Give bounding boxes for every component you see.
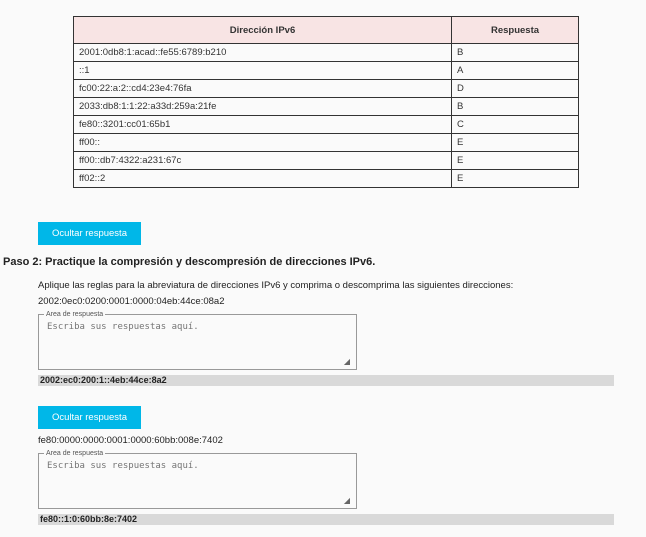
answer-cell: D <box>451 79 579 98</box>
table-row: fc00:22:a:2::cd4:23e4:76fa D <box>73 79 579 98</box>
answer-cell: E <box>451 133 579 152</box>
table-header-row: Dirección IPv6 Respuesta <box>73 16 579 44</box>
step-2-instructions: Aplique las reglas para la abreviatura d… <box>38 280 514 291</box>
address-cell: ff02::2 <box>73 169 452 188</box>
table-row: fe80::3201:cc01:65b1 C <box>73 115 579 134</box>
step-2-title: Paso 2: Practique la compresión y descom… <box>3 256 376 268</box>
hide-answer-button[interactable]: Ocultar respuesta <box>38 406 141 429</box>
answer-textarea[interactable] <box>42 320 353 358</box>
address-cell: fc00:22:a:2::cd4:23e4:76fa <box>73 79 452 98</box>
ipv6-answer-table: Dirección IPv6 Respuesta 2001:0db8:1:aca… <box>73 16 579 188</box>
table-row: 2001:0db8:1:acad::fe55:6789:b210 B <box>73 43 579 62</box>
revealed-answer: fe80::1:0:60bb:8e:7402 <box>38 514 614 525</box>
address-cell: ff00::db7:4322:a231:67c <box>73 151 452 170</box>
column-header-address: Dirección IPv6 <box>73 16 452 44</box>
answer-cell: E <box>451 151 579 170</box>
address-cell: fe80::3201:cc01:65b1 <box>73 115 452 134</box>
answer-cell: E <box>451 169 579 188</box>
table-row: ::1 A <box>73 61 579 80</box>
address-cell: 2001:0db8:1:acad::fe55:6789:b210 <box>73 43 452 62</box>
address-to-convert: 2002:0ec0:0200:0001:0000:04eb:44ce:08a2 <box>38 296 225 307</box>
resize-grip-icon[interactable]: ◢ <box>344 496 350 505</box>
address-cell: ::1 <box>73 61 452 80</box>
table-row: 2033:db8:1:1:22:a33d:259a:21fe B <box>73 97 579 116</box>
answer-area: Area de respuesta ◢ <box>38 450 357 509</box>
answer-area: Area de respuesta ◢ <box>38 311 357 370</box>
answer-cell: A <box>451 61 579 80</box>
answer-textarea[interactable] <box>42 459 353 497</box>
column-header-answer: Respuesta <box>451 16 579 44</box>
answer-cell: C <box>451 115 579 134</box>
table-row: ff00:: E <box>73 133 579 152</box>
table-row: ff00::db7:4322:a231:67c E <box>73 151 579 170</box>
answer-cell: B <box>451 97 579 116</box>
hide-answer-button[interactable]: Ocultar respuesta <box>38 222 141 245</box>
address-cell: ff00:: <box>73 133 452 152</box>
address-to-convert: fe80:0000:0000:0001:0000:60bb:008e:7402 <box>38 435 223 446</box>
table-row: ff02::2 E <box>73 169 579 188</box>
answer-area-legend: Area de respuesta <box>46 450 104 457</box>
address-cell: 2033:db8:1:1:22:a33d:259a:21fe <box>73 97 452 116</box>
answer-area-legend: Area de respuesta <box>46 311 104 318</box>
revealed-answer: 2002:ec0:200:1::4eb:44ce:8a2 <box>38 375 614 386</box>
answer-cell: B <box>451 43 579 62</box>
resize-grip-icon[interactable]: ◢ <box>344 357 350 366</box>
